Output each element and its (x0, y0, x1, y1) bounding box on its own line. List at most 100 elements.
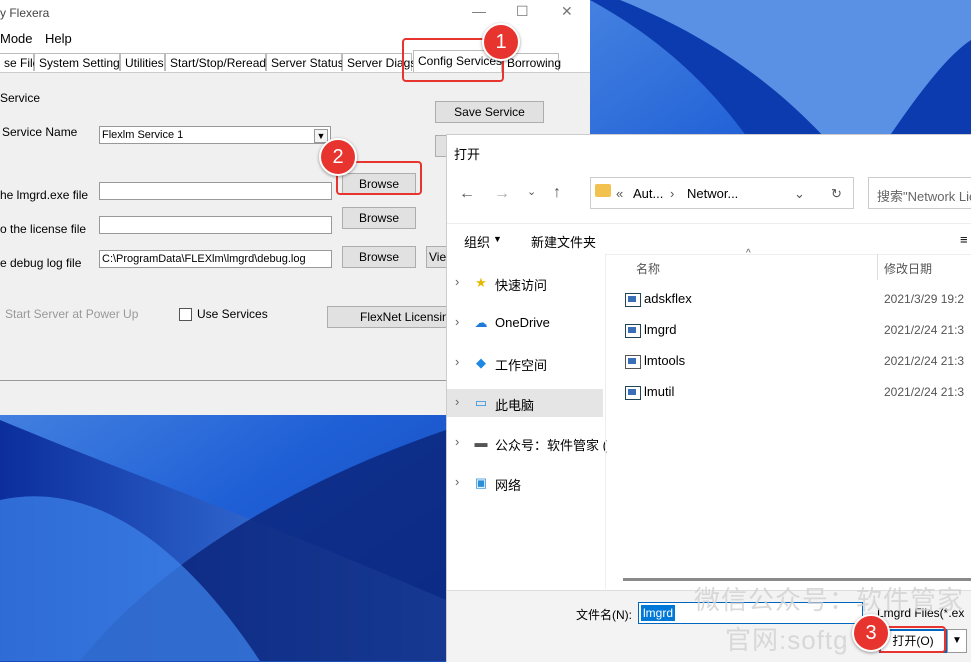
close-icon[interactable]: ✕ (561, 3, 573, 20)
breadcrumb-overflow[interactable]: « (616, 186, 623, 201)
chevron-right-icon[interactable]: › (455, 274, 459, 289)
application-icon (625, 386, 641, 400)
start-at-powerup-label[interactable]: Start Server at Power Up (5, 307, 138, 321)
column-divider[interactable] (877, 254, 878, 280)
folder-icon (595, 184, 611, 197)
cloud-icon: ☁ (474, 315, 488, 330)
chevron-right-icon[interactable]: › (455, 354, 459, 369)
browse-license-button[interactable]: Browse (342, 207, 416, 229)
column-header-modified[interactable]: 修改日期 (884, 260, 932, 277)
file-row[interactable]: lmutil 2021/2/24 21:3 (623, 381, 971, 407)
view-log-button[interactable]: View (426, 246, 448, 268)
maximize-icon[interactable]: ☐ (516, 3, 529, 20)
breadcrumb-separator-icon: › (670, 186, 675, 201)
chevron-right-icon[interactable]: › (455, 474, 459, 489)
chevron-right-icon[interactable]: › (455, 434, 459, 449)
lmgrd-path-input[interactable] (99, 182, 332, 200)
address-bar[interactable]: « Aut... › Networ... ⌄ ↻ (590, 177, 854, 209)
chevron-right-icon[interactable]: › (455, 314, 459, 329)
tab-service-license-file[interactable]: se File (0, 53, 39, 71)
license-path-label: o the license file (0, 222, 87, 236)
column-header-name[interactable]: 名称 (636, 260, 660, 277)
chevron-right-icon[interactable]: › (455, 394, 459, 409)
nav-label: 公众号：软件管家 ( (495, 438, 607, 453)
search-box[interactable]: 搜索"Network Lic (868, 177, 971, 209)
file-row[interactable]: lmtools 2021/2/24 21:3 (623, 350, 971, 376)
up-arrow-icon[interactable]: ↑ (553, 184, 561, 202)
step-badge-3: 3 (852, 614, 890, 652)
nav-item-network-drive[interactable]: › ▬ 公众号：软件管家 ( (447, 429, 607, 457)
refresh-icon[interactable]: ↻ (831, 186, 842, 202)
computer-icon: ▭ (474, 395, 488, 410)
forward-arrow-icon[interactable]: → (494, 185, 510, 203)
application-icon (625, 293, 641, 307)
file-row[interactable]: adskflex 2021/3/29 19:2 (623, 288, 971, 314)
flexnet-licensing-button[interactable]: FlexNet Licensing (327, 306, 452, 328)
step-badge-1: 1 (482, 23, 520, 61)
recent-chevron-icon[interactable]: ⌄ (527, 185, 536, 198)
sort-ascending-icon: ^ (746, 248, 751, 259)
chevron-down-icon: ▼ (493, 234, 502, 244)
filename-label: 文件名(N): (576, 608, 632, 622)
service-name-label: Service Name (2, 125, 78, 139)
dialog-title: 打开 (454, 147, 481, 162)
view-menu-icon[interactable]: ≡ (960, 232, 968, 247)
menu-help[interactable]: Help (45, 31, 72, 46)
new-folder-button[interactable]: 新建文件夹 (531, 232, 596, 251)
step-badge-2: 2 (319, 138, 357, 176)
breadcrumb-autodesk[interactable]: Aut... (633, 186, 663, 201)
file-name: lmgrd (644, 322, 677, 337)
drive-icon: ▬ (474, 435, 488, 450)
chevron-down-icon[interactable]: ▼ (947, 629, 967, 653)
debug-log-input[interactable]: C:\ProgramData\FLEXlm\lmgrd\debug.log (99, 250, 332, 268)
breadcrumb-network[interactable]: Networ... (687, 186, 738, 201)
nav-item-quick-access[interactable]: › ★ 快速访问 (447, 269, 603, 297)
file-name: lmtools (644, 353, 686, 368)
license-path-input[interactable] (99, 216, 332, 234)
navigation-pane: › ★ 快速访问 › ☁ OneDrive › ◆ 工作空间 › ▭ 此电脑 ›… (447, 254, 607, 589)
nav-label: 此电脑 (495, 398, 535, 413)
tab-start-stop-reread[interactable]: Start/Stop/Reread (165, 53, 266, 71)
lmgrd-path-label: he lmgrd.exe file (0, 188, 89, 202)
tab-server-status[interactable]: Server Status (266, 53, 344, 71)
tools-icon (625, 355, 641, 369)
tab-system-settings[interactable]: System Settings (34, 53, 126, 71)
nav-item-network[interactable]: › ▣ 网络 (447, 469, 603, 497)
file-name: adskflex (644, 291, 692, 306)
workspace-icon: ◆ (476, 355, 486, 370)
file-date: 2021/3/29 19:2 (884, 292, 965, 306)
nav-item-onedrive[interactable]: › ☁ OneDrive (447, 309, 603, 337)
service-name-value: Flexlm Service 1 (102, 129, 184, 141)
nav-item-workspace[interactable]: › ◆ 工作空间 (447, 349, 603, 377)
file-row[interactable]: lmgrd 2021/2/24 21:3 (623, 319, 971, 345)
file-date: 2021/2/24 21:3 (884, 385, 965, 399)
file-date: 2021/2/24 21:3 (884, 354, 965, 368)
nav-label: 网络 (495, 478, 522, 493)
watermark-line1: 微信公众号：软件管家 (694, 585, 965, 615)
nav-label: 快速访问 (495, 278, 548, 293)
service-section-label: Service (0, 91, 41, 105)
browse-debug-button[interactable]: Browse (342, 246, 416, 268)
application-icon (625, 324, 641, 338)
pane-divider[interactable] (605, 254, 606, 589)
nav-item-this-pc[interactable]: › ▭ 此电脑 (447, 389, 603, 417)
service-name-select[interactable]: Flexlm Service 1 ▼ (99, 126, 331, 144)
nav-label: 工作空间 (495, 358, 548, 373)
debug-log-label: e debug log file (0, 256, 82, 270)
file-name: lmutil (644, 384, 675, 399)
back-arrow-icon[interactable]: ← (459, 185, 475, 203)
search-input[interactable]: 搜索"Network Lic (877, 186, 971, 205)
network-icon: ▣ (474, 475, 488, 490)
file-date: 2021/2/24 21:3 (884, 323, 965, 337)
organize-menu[interactable]: 组织 (464, 232, 490, 251)
menu-mode[interactable]: Mode (0, 31, 33, 46)
use-services-label: Use Services (197, 307, 268, 321)
nav-label: OneDrive (495, 315, 550, 330)
minimize-icon[interactable]: — (472, 3, 486, 19)
tab-utilities[interactable]: Utilities (120, 53, 165, 71)
save-service-button[interactable]: Save Service (435, 101, 544, 123)
use-services-checkbox[interactable] (179, 308, 192, 321)
chevron-down-icon[interactable]: ⌄ (794, 186, 805, 202)
filename-value: lmgrd (641, 605, 676, 621)
star-icon: ★ (475, 275, 487, 290)
